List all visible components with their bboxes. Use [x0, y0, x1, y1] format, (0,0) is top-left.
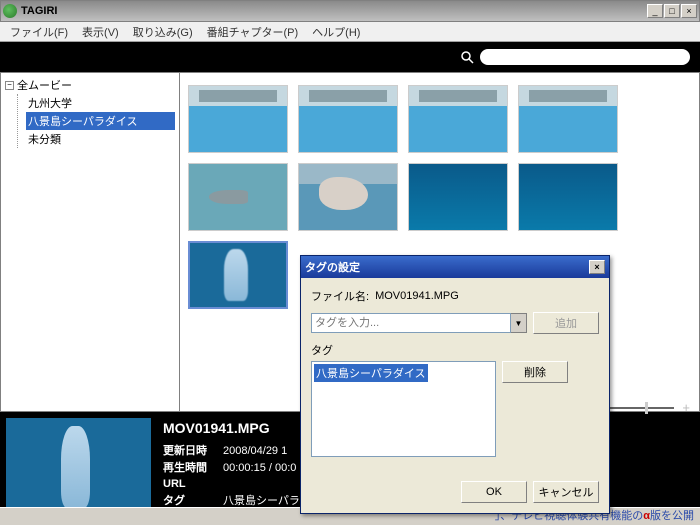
- window-title: TAGIRI: [21, 5, 647, 17]
- add-tag-button[interactable]: 追加: [533, 312, 599, 334]
- search-input[interactable]: [480, 49, 690, 65]
- meta-url-label: URL: [163, 476, 223, 493]
- thumbnail[interactable]: [188, 85, 288, 153]
- menu-file[interactable]: ファイル(F): [4, 22, 74, 42]
- tag-list-item[interactable]: 八景島シーパラダイス: [314, 364, 428, 382]
- meta-updated-label: 更新日時: [163, 443, 223, 460]
- menu-help[interactable]: ヘルプ(H): [306, 22, 366, 42]
- thumbnail[interactable]: [298, 163, 398, 231]
- thumbnail[interactable]: [518, 163, 618, 231]
- thumbnail[interactable]: [408, 85, 508, 153]
- preview-thumbnail: [6, 418, 151, 516]
- thumbnail[interactable]: [518, 85, 618, 153]
- dialog-close-button[interactable]: ×: [589, 260, 605, 274]
- delete-tag-button[interactable]: 削除: [502, 361, 568, 383]
- tag-input[interactable]: [311, 313, 511, 333]
- maximize-button[interactable]: □: [664, 4, 680, 18]
- meta-duration-value: 00:00:15 / 00:0: [223, 462, 296, 474]
- dialog-filename: MOV01941.MPG: [375, 290, 459, 302]
- meta-updated-value: 2008/04/29 1: [223, 445, 287, 457]
- search-icon: [460, 50, 474, 64]
- menu-import[interactable]: 取り込み(G): [127, 22, 199, 42]
- thumbnail[interactable]: [408, 163, 508, 231]
- app-icon: [3, 4, 17, 18]
- menubar: ファイル(F) 表示(V) 取り込み(G) 番組チャプター(P) ヘルプ(H): [0, 22, 700, 42]
- thumbnail[interactable]: [188, 163, 288, 231]
- cancel-button[interactable]: キャンセル: [533, 481, 599, 503]
- dialog-title: タグの設定: [305, 259, 589, 275]
- dialog-titlebar[interactable]: タグの設定 ×: [301, 256, 609, 278]
- zoom-in-icon[interactable]: +: [682, 400, 690, 415]
- tree-item[interactable]: 未分類: [26, 130, 175, 148]
- toolbar: [0, 42, 700, 72]
- menu-chapter[interactable]: 番組チャプター(P): [201, 22, 305, 42]
- menu-view[interactable]: 表示(V): [76, 22, 125, 42]
- sidebar-tree: − 全ムービー 九州大学 八景島シーパラダイス 未分類: [0, 72, 180, 412]
- dialog-file-label: ファイル名:: [311, 288, 369, 304]
- tag-list-label: タグ: [311, 342, 599, 358]
- tree-toggle-icon[interactable]: −: [5, 81, 14, 90]
- thumbnail-selected[interactable]: [188, 241, 288, 309]
- close-button[interactable]: ×: [681, 4, 697, 18]
- thumbnail[interactable]: [298, 85, 398, 153]
- meta-duration-label: 再生時間: [163, 460, 223, 477]
- dropdown-button[interactable]: ▼: [511, 313, 527, 333]
- tree-root-label[interactable]: 全ムービー: [17, 77, 72, 93]
- ok-button[interactable]: OK: [461, 481, 527, 503]
- titlebar: TAGIRI _ □ ×: [0, 0, 700, 22]
- minimize-button[interactable]: _: [647, 4, 663, 18]
- tree-item[interactable]: 九州大学: [26, 94, 175, 112]
- tree-item[interactable]: 八景島シーパラダイス: [26, 112, 175, 130]
- tag-settings-dialog: タグの設定 × ファイル名: MOV01941.MPG ▼ 追加 タグ 八景島シ…: [300, 255, 610, 514]
- tag-listbox[interactable]: 八景島シーパラダイス: [311, 361, 496, 457]
